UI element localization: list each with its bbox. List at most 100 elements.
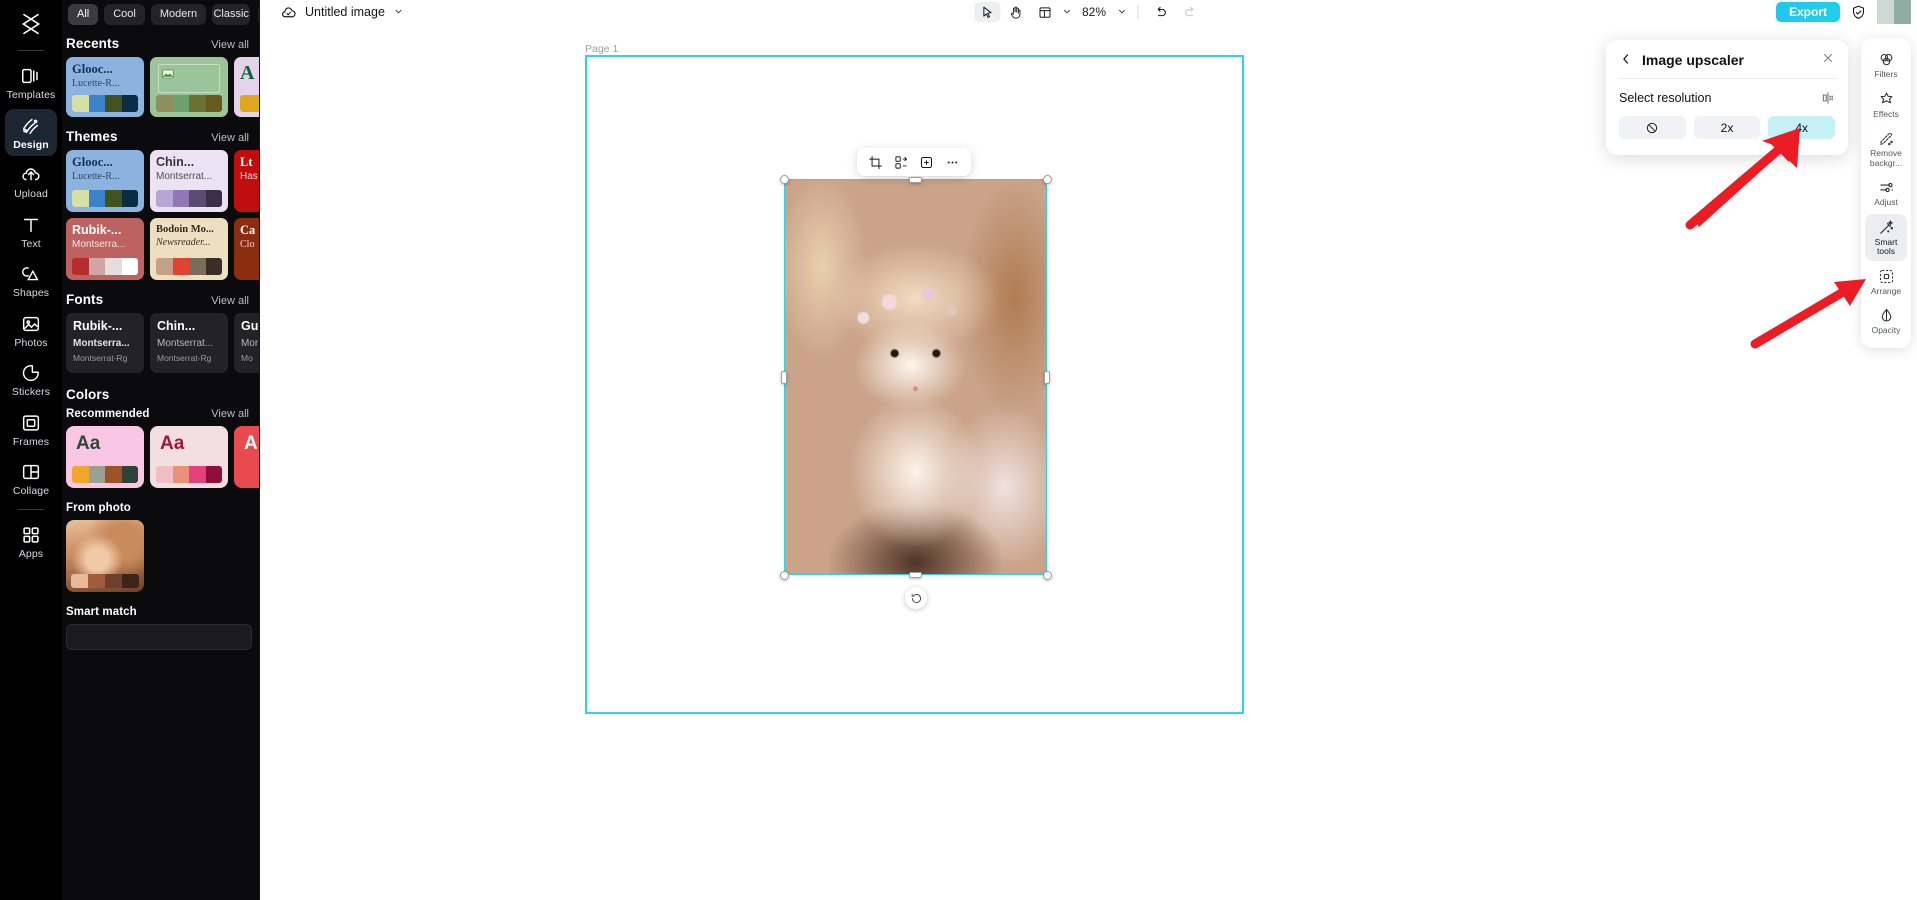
tool-smart-tools[interactable]: Smart tools	[1865, 213, 1907, 261]
shield-check-icon[interactable]	[1850, 4, 1867, 21]
theme-card[interactable]: Ca Clo	[234, 218, 259, 280]
tool-arrange[interactable]: Arrange	[1865, 263, 1907, 301]
theme-card[interactable]: Chin... Montserrat...	[150, 150, 228, 212]
card-subtitle: Newsreader...	[156, 237, 211, 249]
card-title: A	[240, 63, 255, 84]
theme-card[interactable]: Lt Has	[234, 150, 259, 212]
sidebar-label: Photos	[14, 336, 48, 349]
crop-icon[interactable]	[866, 152, 886, 172]
sidebar-item-collage[interactable]: Collage	[5, 455, 57, 503]
section-header-colors: Colors	[62, 373, 259, 404]
compare-split-icon[interactable]	[1821, 91, 1835, 105]
sidebar-item-stickers[interactable]: Stickers	[5, 356, 57, 404]
theme-card[interactable]: Glooc... Lucette-R...	[66, 150, 144, 212]
hand-tool[interactable]	[1003, 2, 1029, 22]
card-swatches	[156, 190, 222, 207]
resize-handle-bottom-left[interactable]	[780, 571, 789, 580]
selected-image-element[interactable]	[784, 179, 1047, 575]
duplicate-icon[interactable]	[917, 152, 937, 172]
card-title: Chin...	[156, 156, 195, 169]
capcut-logo-icon[interactable]	[11, 6, 51, 42]
color-card[interactable]: Aa	[66, 426, 144, 488]
resize-handle-top-center[interactable]	[909, 177, 922, 183]
font-card-sub: Montserrat...	[157, 337, 214, 349]
sidebar-item-shapes[interactable]: Shapes	[5, 257, 57, 305]
user-avatar[interactable]	[1877, 0, 1911, 24]
undo-button[interactable]	[1148, 2, 1174, 22]
sidebar-label: Stickers	[11, 386, 51, 399]
font-card[interactable]: Rubik-... Montserra... Montserrat-Rg	[66, 313, 144, 373]
sidebar-item-photos[interactable]: Photos	[5, 307, 57, 355]
theme-card[interactable]: Bodoin Mo... Newsreader...	[150, 218, 228, 280]
cutout-icon[interactable]	[891, 152, 911, 172]
sidebar-item-upload[interactable]: Upload	[5, 158, 57, 206]
resolution-none-button[interactable]	[1619, 116, 1686, 139]
chip-cool[interactable]: Cool	[104, 3, 145, 25]
color-card[interactable]: A	[234, 426, 259, 488]
view-all-colors[interactable]: View all	[211, 408, 249, 420]
chip-modern[interactable]: Modern	[150, 3, 207, 25]
card-title: Glooc...	[72, 63, 113, 76]
chip-all[interactable]: All	[68, 3, 99, 25]
font-card[interactable]: Chin... Montserrat... Montserrat-Rg	[150, 313, 228, 373]
ellipsis-icon[interactable]	[942, 152, 962, 172]
recent-card[interactable]: A	[234, 57, 259, 117]
resize-handle-bottom-right[interactable]	[1043, 571, 1052, 580]
recent-card[interactable]	[150, 57, 228, 117]
recent-card[interactable]: Glooc... Lucette-R...	[66, 57, 144, 117]
resolution-2x-button[interactable]: 2x	[1693, 116, 1761, 139]
zoom-level[interactable]: 82%	[1079, 5, 1109, 19]
resize-handle-right-center[interactable]	[1044, 371, 1050, 384]
rotate-handle[interactable]	[905, 587, 927, 609]
view-all-fonts[interactable]: View all	[211, 295, 249, 307]
tool-filters[interactable]: Filters	[1865, 46, 1907, 84]
section-header-themes: Themes View all	[62, 117, 259, 150]
resize-handle-top-right[interactable]	[1043, 175, 1052, 184]
redo-button[interactable]	[1177, 2, 1203, 22]
resize-handle-left-center[interactable]	[781, 371, 787, 384]
smart-match-input[interactable]	[66, 624, 252, 650]
canvas-area[interactable]: Page 1	[260, 24, 1917, 900]
chevron-down-icon[interactable]	[258, 3, 259, 25]
font-card-title: Gu	[241, 319, 259, 333]
image-upscaler-panel: Image upscaler Select resolution 2x 4x	[1606, 40, 1848, 155]
filters-circles-icon	[1878, 51, 1895, 68]
sidebar-label: Design	[13, 138, 49, 151]
sidebar-item-text[interactable]: Text	[5, 208, 57, 256]
panel-scroll-area[interactable]: Recents View all Glooc... Lucette-R... A…	[62, 28, 259, 900]
tool-opacity[interactable]: Opacity	[1865, 302, 1907, 340]
chevron-left-icon[interactable]	[1619, 52, 1633, 68]
resize-handle-bottom-center[interactable]	[909, 572, 922, 578]
theme-card[interactable]: Rubik-... Montserra...	[66, 218, 144, 280]
resize-handle-top-left[interactable]	[780, 175, 789, 184]
element-toolbar	[857, 148, 971, 176]
tool-adjust[interactable]: Adjust	[1865, 174, 1907, 212]
section-title: Themes	[66, 129, 118, 144]
export-button[interactable]: Export	[1775, 2, 1840, 22]
topbar-center-tools: 82%	[973, 2, 1203, 22]
color-card[interactable]: Aa	[150, 426, 228, 488]
card-title: Rubik-...	[72, 224, 122, 237]
close-x-icon[interactable]	[1821, 51, 1835, 68]
select-tool[interactable]	[973, 2, 1000, 22]
sidebar-item-design[interactable]: Design	[5, 108, 57, 157]
section-title: Colors	[66, 387, 110, 402]
tool-effects[interactable]: Effects	[1865, 86, 1907, 124]
chevron-down-icon[interactable]	[1061, 6, 1072, 19]
section-title: Fonts	[66, 292, 104, 307]
themes-card-row-1: Glooc... Lucette-R... Chin... Montserrat…	[62, 150, 259, 212]
chip-classic[interactable]: Classic	[212, 3, 251, 25]
from-photo-card[interactable]	[66, 520, 144, 592]
chevron-down-icon[interactable]	[1116, 6, 1127, 19]
layout-tool[interactable]	[1032, 2, 1058, 22]
chevron-down-icon[interactable]	[393, 6, 404, 19]
font-card[interactable]: Gu Mor Mo	[234, 313, 259, 373]
resolution-4x-button[interactable]: 4x	[1768, 116, 1836, 139]
view-all-recents[interactable]: View all	[211, 39, 249, 51]
tool-remove-background[interactable]: Remove backgr...	[1865, 125, 1907, 172]
document-title[interactable]: Untitled image	[305, 5, 385, 19]
sidebar-item-frames[interactable]: Frames	[5, 406, 57, 454]
sidebar-item-templates[interactable]: Templates	[5, 59, 57, 107]
sidebar-item-apps[interactable]: Apps	[5, 518, 57, 566]
view-all-themes[interactable]: View all	[211, 132, 249, 144]
